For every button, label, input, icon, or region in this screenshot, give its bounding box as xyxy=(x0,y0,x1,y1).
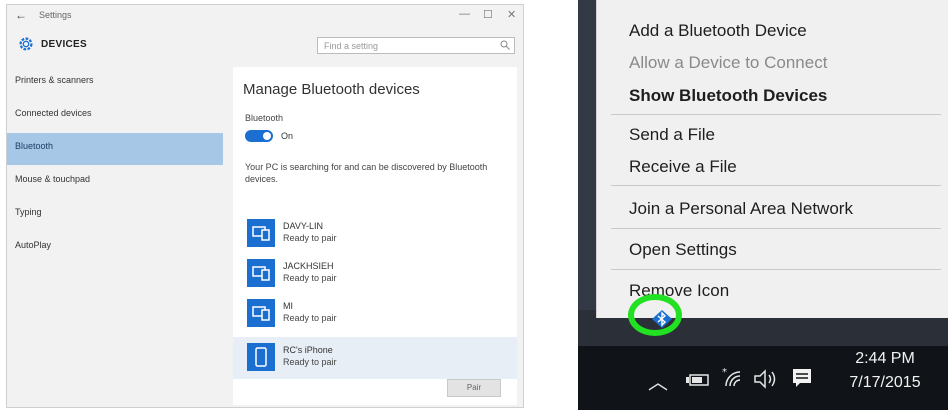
menu-item-open-settings[interactable]: Open Settings xyxy=(629,240,737,260)
chevron-up-icon[interactable]: ︿ xyxy=(648,366,668,395)
wifi-icon[interactable]: * xyxy=(720,366,746,390)
discovery-description: Your PC is searching for and can be disc… xyxy=(245,162,488,184)
clock-time[interactable]: 2:44 PM xyxy=(830,350,940,368)
search-input[interactable]: Find a setting xyxy=(317,37,515,54)
menu-separator xyxy=(611,269,941,270)
search-placeholder: Find a setting xyxy=(324,41,379,51)
device-status: Ready to pair xyxy=(283,233,337,243)
device-name: JACKHSIEH xyxy=(283,261,334,271)
device-name: DAVY-LIN xyxy=(283,221,324,231)
device-status: Ready to pair xyxy=(283,273,337,283)
clock-date[interactable]: 7/17/2015 xyxy=(830,374,940,392)
device-item[interactable]: MI Ready to pair xyxy=(233,293,517,335)
action-center-icon[interactable] xyxy=(790,366,814,390)
bluetooth-toggle[interactable] xyxy=(245,130,273,142)
device-computer-icon xyxy=(247,259,275,287)
device-item[interactable]: JACKHSIEH Ready to pair xyxy=(233,253,517,295)
menu-item-send-file[interactable]: Send a File xyxy=(629,125,715,145)
toggle-knob xyxy=(263,132,271,140)
device-name: MI xyxy=(283,301,293,311)
close-icon[interactable]: ✕ xyxy=(507,8,516,21)
menu-item-join-pan[interactable]: Join a Personal Area Network xyxy=(629,199,853,219)
nav-item-mouse-touchpad[interactable]: Mouse & touchpad xyxy=(7,166,223,198)
back-arrow-icon[interactable]: ← xyxy=(15,8,27,22)
device-phone-icon xyxy=(247,343,275,371)
menu-separator xyxy=(611,228,941,229)
bluetooth-panel: Manage Bluetooth devices Bluetooth On Yo… xyxy=(233,67,517,405)
menu-item-receive-file[interactable]: Receive a File xyxy=(629,157,737,177)
device-item[interactable]: DAVY-LIN Ready to pair xyxy=(233,213,517,255)
highlight-ring xyxy=(628,294,682,336)
search-icon xyxy=(500,40,510,50)
svg-text:*: * xyxy=(722,367,727,378)
nav-item-autoplay[interactable]: AutoPlay xyxy=(7,232,223,264)
nav-item-typing[interactable]: Typing xyxy=(7,199,223,231)
window-title: Settings xyxy=(39,10,72,20)
device-status: Ready to pair xyxy=(283,357,337,367)
nav-item-bluetooth[interactable]: Bluetooth xyxy=(7,133,223,165)
bluetooth-context-menu: Add a Bluetooth Device Allow a Device to… xyxy=(596,0,948,318)
nav-item-connected-devices[interactable]: Connected devices xyxy=(7,100,223,132)
menu-separator xyxy=(611,114,941,115)
menu-item-show-devices[interactable]: Show Bluetooth Devices xyxy=(629,86,827,106)
pair-button[interactable]: Pair xyxy=(447,379,501,397)
device-computer-icon xyxy=(247,299,275,327)
bluetooth-label: Bluetooth xyxy=(245,113,284,123)
menu-separator xyxy=(611,185,941,186)
gear-icon xyxy=(19,37,33,51)
panel-title: Manage Bluetooth devices xyxy=(243,81,420,98)
device-computer-icon xyxy=(247,219,275,247)
device-item[interactable]: RC's iPhone Ready to pair xyxy=(233,337,517,379)
maximize-icon[interactable]: ☐ xyxy=(483,8,493,21)
nav-item-printers[interactable]: Printers & scanners xyxy=(7,67,223,99)
settings-window: ← Settings — ☐ ✕ DEVICES Find a setting … xyxy=(6,4,524,408)
menu-item-add-device[interactable]: Add a Bluetooth Device xyxy=(629,21,807,41)
page-title: DEVICES xyxy=(41,39,88,50)
device-name: RC's iPhone xyxy=(283,345,333,355)
device-status: Ready to pair xyxy=(283,313,337,323)
menu-item-allow-connect: Allow a Device to Connect xyxy=(629,53,828,72)
battery-icon[interactable] xyxy=(684,372,710,388)
toggle-state: On xyxy=(281,131,294,141)
title-bar: ← Settings — ☐ ✕ xyxy=(7,5,523,27)
minimize-icon[interactable]: — xyxy=(459,8,470,20)
volume-icon[interactable] xyxy=(752,368,778,390)
